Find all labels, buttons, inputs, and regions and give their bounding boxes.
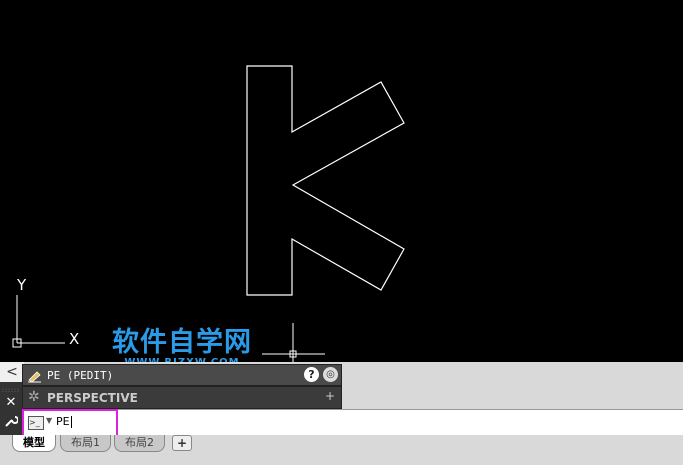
command-line[interactable]: >_ ▼ PE [22,409,683,435]
ucs-x-label: X [69,330,80,348]
close-icon[interactable]: ✕ [0,394,22,412]
collapse-button[interactable]: < [0,362,24,382]
expand-icon[interactable]: + [325,389,335,403]
ucs-icon [12,295,65,348]
add-layout-button[interactable]: + [172,435,192,451]
drawing-canvas[interactable]: Y X [0,0,683,362]
crosshair-cursor [262,323,325,362]
drawing-svg [12,65,405,362]
autocomplete-title: PE (PEDIT) [47,369,114,382]
k-polyline-shape [246,65,405,296]
autocomplete-title-bar: PE (PEDIT) ? ◎ [22,364,342,386]
tab-model[interactable]: 模型 [12,435,56,452]
pencil-icon [27,368,43,383]
wrench-icon[interactable] [0,414,22,434]
help-icon[interactable]: ? [304,367,319,382]
gear-icon: ✲ [28,389,40,405]
suggestion-perspective[interactable]: ✲ PERSPECTIVE + [22,386,342,409]
globe-icon[interactable]: ◎ [323,367,338,382]
tab-layout1[interactable]: 布局1 [60,435,111,452]
tab-layout2[interactable]: 布局2 [114,435,165,452]
ucs-y-label: Y [17,276,27,294]
layout-tabs: 模型 布局1 布局2 + [0,435,683,465]
suggestion-label: PERSPECTIVE [47,391,138,405]
watermark-title: 软件自学网 [112,327,252,358]
